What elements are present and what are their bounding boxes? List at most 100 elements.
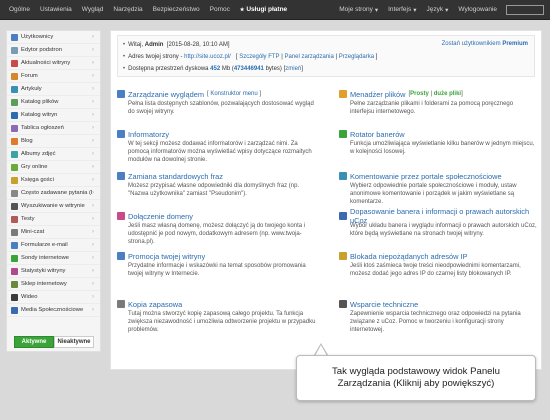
premium-link[interactable]: Zostań użytkownikiem Premium (442, 41, 528, 47)
sidebar-item[interactable]: Katalog witryn › (7, 109, 100, 122)
interface-link[interactable]: Interfejs ▾ (383, 6, 421, 14)
nav-paid-services[interactable]: ★ Usługi płatne (235, 0, 292, 19)
tool-card-title[interactable]: Promocja twojej witryny (128, 252, 205, 261)
sidebar-item[interactable]: Sklep internetowy › (7, 278, 100, 291)
tool-card-header[interactable]: Kopia zapasowa (117, 299, 317, 309)
tool-card-title[interactable]: Menadżer plików (350, 90, 405, 99)
tool-card-title[interactable]: Wsparcie techniczne (350, 300, 418, 309)
my-sites-link[interactable]: Moje strony ▾ (334, 6, 383, 14)
sidebar-item[interactable]: Formularze e-mail › (7, 239, 100, 252)
interface-label: Interfejs (388, 6, 412, 13)
faq-icon (11, 189, 18, 197)
sidebar-item[interactable]: Forum › (7, 70, 100, 83)
top-right-menu: Moje strony ▾ Interfejs ▾ Język ▾ Wylogo… (334, 0, 550, 19)
space-mb: 452 (210, 66, 221, 72)
tool-card-header[interactable]: Komentowanie przez portale społecznościo… (339, 171, 539, 181)
sidebar-item-label: Sklep internetowy (21, 281, 67, 287)
sidebar-item-label: Forum (21, 73, 38, 79)
search-icon (11, 202, 18, 210)
tab-active-modules[interactable]: Aktywne (14, 336, 54, 348)
control-panel-link[interactable]: Panel zarządzania (284, 54, 333, 60)
sidebar-item[interactable]: Statystyki witryny › (7, 265, 100, 278)
tool-card-title[interactable]: Zamiana standardowych fraz (128, 172, 223, 181)
tool-card-title[interactable]: Informatorzy (128, 130, 169, 139)
sidebar-item-label: Katalog witryn (21, 112, 58, 118)
sidebar-item[interactable]: Katalog plików › (7, 96, 100, 109)
social-comments-icon (339, 172, 347, 180)
tool-card-header[interactable]: Blokada niepożądanych adresów IP (339, 251, 539, 261)
chevron-right-icon: › (92, 164, 94, 170)
help-icon (339, 300, 347, 308)
premium-label: Premium (502, 41, 528, 47)
page-editor-icon (11, 46, 18, 54)
tool-card-title[interactable]: Rotator banerów (350, 130, 405, 139)
games-icon (11, 163, 18, 171)
language-link[interactable]: Język ▾ (422, 6, 454, 14)
tab-inactive-modules[interactable]: Nieaktywne (54, 336, 94, 348)
chevron-right-icon: › (92, 190, 94, 196)
simple-mode-link[interactable]: Prosty (410, 91, 429, 97)
nav-help[interactable]: Pomoc (205, 0, 235, 19)
tool-card-title[interactable]: Dołączenie domeny (128, 212, 193, 221)
tool-card-header[interactable]: Menadżer plików [Prosty | duże pliki] (339, 89, 539, 99)
sidebar-item[interactable]: Media Społecznościowe › (7, 304, 100, 317)
chevron-right-icon: › (92, 138, 94, 144)
sidebar-item[interactable]: Testy › (7, 213, 100, 226)
sidebar-item-label: Formularze e-mail (21, 242, 68, 248)
sidebar-item[interactable]: Gry online › (7, 161, 100, 174)
nav-security[interactable]: Bezpieczeństwo (148, 0, 205, 19)
sidebar-item-label: Wideo (21, 294, 38, 300)
bullet-icon: • (123, 66, 126, 72)
account-info-box: • Witaj, Admin [2015-08-28, 10:10 AM] Zo… (117, 35, 535, 77)
sidebar-item[interactable]: Mini-czat › (7, 226, 100, 239)
my-sites-label: Moje strony (339, 6, 373, 13)
file-browser-link[interactable]: Przeglądarka (339, 54, 374, 60)
sidebar-item[interactable]: Sondy internetowe › (7, 252, 100, 265)
space-prefix: Dostępna przestrzeń dyskowa (128, 66, 209, 72)
logout-link[interactable]: Wylogowanie (453, 6, 502, 13)
sidebar-item[interactable]: Aktualności witryny › (7, 57, 100, 70)
sidebar-item[interactable]: Tablica ogłoszeń › (7, 122, 100, 135)
minichat-icon (11, 228, 18, 236)
sidebar-item[interactable]: Edytor podstron › (7, 44, 100, 57)
ftp-details-link[interactable]: Szczegóły FTP (239, 54, 279, 60)
shop-icon (11, 280, 18, 288)
sidebar-item[interactable]: Wideo › (7, 291, 100, 304)
tool-card-title[interactable]: Zarządzanie wyglądem (128, 90, 204, 99)
nav-general[interactable]: Ogólne (4, 0, 35, 19)
large-files-link[interactable]: duże pliki (434, 91, 461, 97)
tool-card: Komentowanie przez portale społecznościo… (339, 171, 539, 206)
change-plan-link[interactable]: zmień (285, 66, 301, 72)
nav-settings[interactable]: Ustawienia (35, 0, 77, 19)
sidebar-item[interactable]: Użytkownicy › (7, 31, 100, 44)
tool-card-header[interactable]: Dopasowanie banera i informacji o prawac… (339, 207, 539, 225)
nav-tools[interactable]: Narzędzia (108, 0, 147, 19)
tool-card-header[interactable]: Zarządzanie wyglądem[ Konstruktor menu ] (117, 89, 317, 99)
menu-builder-link[interactable]: Konstruktor menu (210, 91, 257, 97)
caption-callout[interactable]: Tak wygląda podstawowy widok Panelu Zarz… (296, 355, 536, 401)
tool-card-description: Jeśli masz własną domenę, możesz dołączy… (128, 223, 306, 245)
tool-card-header[interactable]: Dołączenie domeny (117, 211, 317, 221)
sidebar-item-label: Mini-czat (21, 229, 45, 235)
nav-design[interactable]: Wygląd (77, 0, 109, 19)
nav-paid-services-label: Usługi płatne (246, 6, 288, 13)
tool-card-title[interactable]: Blokada niepożądanych adresów IP (350, 252, 468, 261)
tool-card-header[interactable]: Wsparcie techniczne (339, 299, 539, 309)
site-url-link[interactable]: http://site.ucoz.pl/ (184, 54, 231, 60)
tool-card-header[interactable]: Informatorzy (117, 129, 317, 139)
sidebar-item[interactable]: Często zadawane pytania (FAQ)› (7, 187, 100, 200)
tool-card: Zarządzanie wyglądem[ Konstruktor menu ]… (117, 89, 317, 116)
sidebar-item-label: Testy (21, 216, 35, 222)
sidebar-item[interactable]: Artykuły › (7, 83, 100, 96)
ucoz-logo[interactable] (506, 4, 544, 15)
sidebar-item[interactable]: Albumy zdjęć › (7, 148, 100, 161)
sidebar-item[interactable]: Blog › (7, 135, 100, 148)
tool-card-title[interactable]: Komentowanie przez portale społecznościo… (350, 172, 502, 181)
tool-card-header[interactable]: Rotator banerów (339, 129, 539, 139)
sidebar-item[interactable]: Księga gości › (7, 174, 100, 187)
chevron-right-icon: › (92, 125, 94, 131)
tool-card-header[interactable]: Promocja twojej witryny (117, 251, 317, 261)
sidebar-item[interactable]: Wyszukiwanie w witrynie › (7, 200, 100, 213)
tool-card-title[interactable]: Kopia zapasowa (128, 300, 182, 309)
tool-card-header[interactable]: Zamiana standardowych fraz (117, 171, 317, 181)
